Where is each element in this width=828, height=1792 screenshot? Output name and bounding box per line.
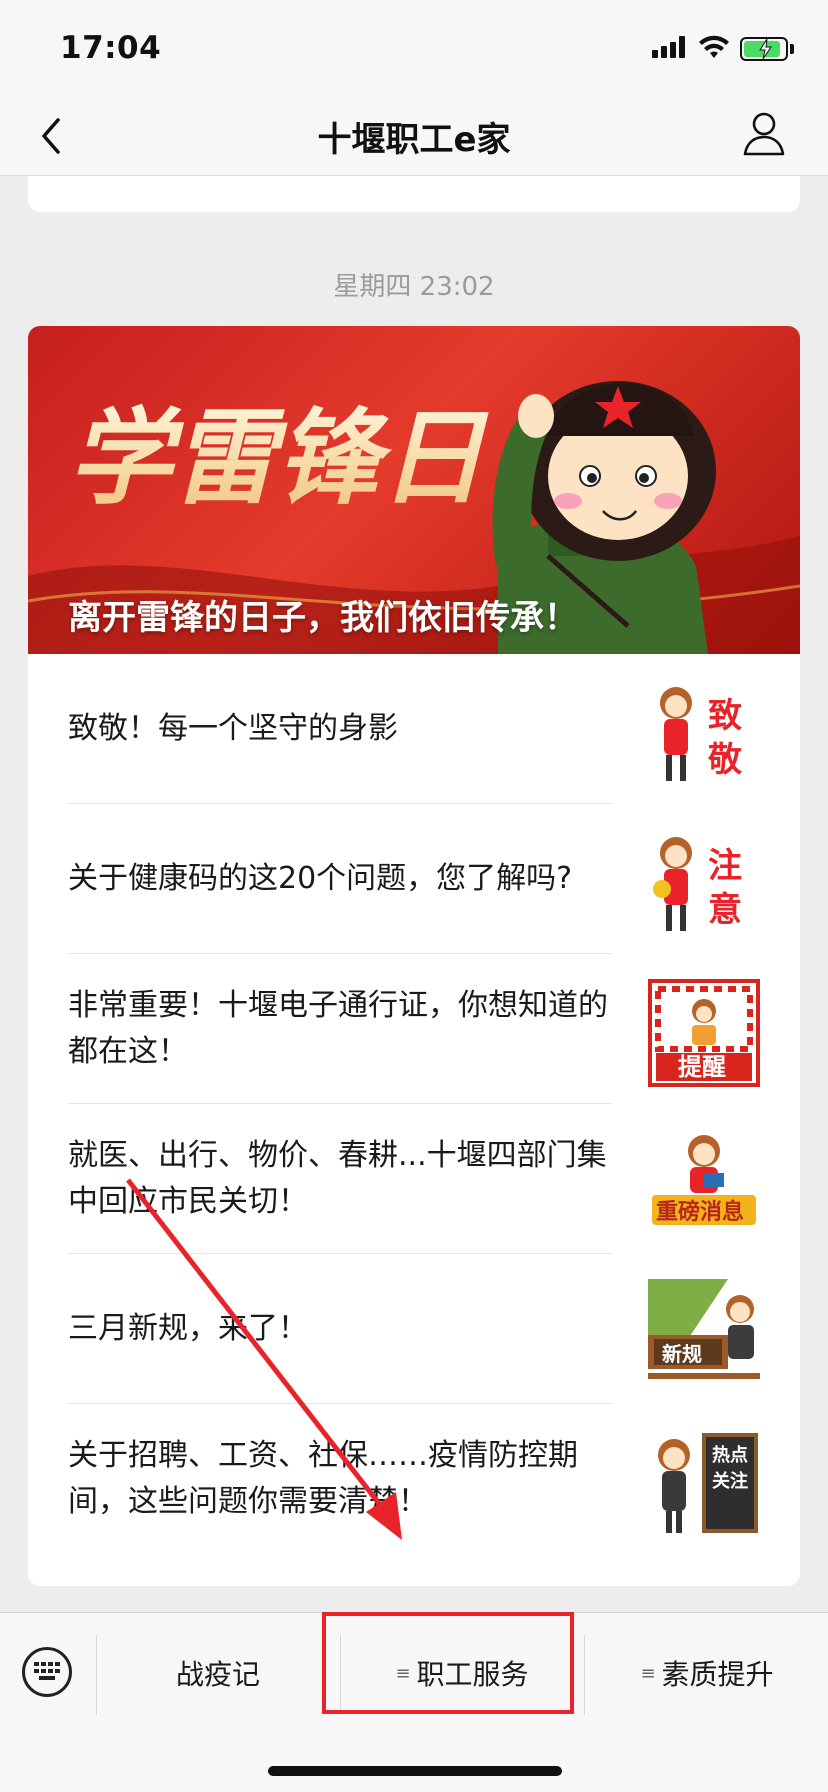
banner-cover[interactable]: 学雷锋日 离开雷锋的日子，我们依旧传承！ xyxy=(28,326,800,654)
profile-icon[interactable] xyxy=(742,110,786,158)
menu-item-label: 战疫记 xyxy=(175,1658,260,1691)
svg-text:新规: 新规 xyxy=(662,1342,702,1366)
article-thumbnail: 热点 关注 xyxy=(648,1429,760,1537)
home-indicator xyxy=(268,1766,562,1776)
list-item[interactable]: 致敬！每一个坚守的身影 致 敬 xyxy=(28,654,800,804)
article-title: 三月新规，来了！ xyxy=(68,1311,308,1346)
list-item[interactable]: 三月新规，来了！ 新规 xyxy=(28,1254,800,1404)
article-thumbnail: 提醒 xyxy=(648,979,760,1087)
menu-separator xyxy=(96,1635,97,1715)
page-title: 十堰职工e家 xyxy=(317,120,511,160)
keyboard-icon xyxy=(34,1662,60,1680)
article-title: 关于健康码的这20个问题，您了解吗? xyxy=(68,861,573,896)
menu-separator xyxy=(584,1635,585,1715)
status-bar: 17:04 xyxy=(0,0,828,96)
article-title: 致敬！每一个坚守的身影 xyxy=(68,711,398,746)
status-time: 17:04 xyxy=(60,30,162,66)
article-title: 关于招聘、工资、社保……疫情防控期间，这些问题你需要清楚！ xyxy=(68,1438,578,1519)
list-item[interactable]: 关于健康码的这20个问题，您了解吗? 注 意 xyxy=(28,804,800,954)
list-item[interactable]: 非常重要！十堰电子通行证，你想知道的都在这！ 提醒 xyxy=(28,954,800,1104)
menu-item-zhanyiji[interactable]: 战疫记 xyxy=(98,1643,338,1703)
list-item[interactable]: 就医、出行、物价、春耕...十堰四部门集中回应市民关切！ 重磅消息 xyxy=(28,1104,800,1254)
banner-headline: 离开雷锋的日子，我们依旧传承！ xyxy=(68,598,578,638)
list-item[interactable]: 关于招聘、工资、社保……疫情防控期间，这些问题你需要清楚！ 热点 关注 xyxy=(28,1404,800,1554)
message-timestamp: 星期四 23:02 xyxy=(333,272,495,302)
keyboard-toggle-button[interactable] xyxy=(22,1647,72,1697)
cellular-signal-icon xyxy=(652,36,686,58)
svg-text:重磅消息: 重磅消息 xyxy=(656,1199,744,1225)
svg-text:意: 意 xyxy=(708,890,742,930)
svg-text:提醒: 提醒 xyxy=(678,1053,726,1081)
banner-calligraphy: 学雷锋日 xyxy=(68,396,489,519)
svg-text:致: 致 xyxy=(708,696,742,736)
highlight-box xyxy=(322,1612,574,1714)
article-card: 学雷锋日 离开雷锋的日子，我们依旧传承！ 致敬！每一个坚守的身影 致 敬 关于健… xyxy=(28,326,800,1586)
article-thumbnail: 致 敬 xyxy=(648,679,760,787)
svg-text:注: 注 xyxy=(708,846,742,886)
wifi-icon xyxy=(699,35,729,58)
svg-text:敬: 敬 xyxy=(707,740,743,780)
article-thumbnail: 注 意 xyxy=(648,829,760,937)
previous-message-card[interactable] xyxy=(28,176,800,212)
nav-bar: 十堰职工e家 xyxy=(0,96,828,176)
svg-text:热点: 热点 xyxy=(712,1444,748,1466)
menu-item-label: 素质提升 xyxy=(661,1658,774,1691)
article-title: 就医、出行、物价、春耕...十堰四部门集中回应市民关切！ xyxy=(68,1138,607,1219)
charging-bolt-icon xyxy=(759,38,772,60)
menu-item-suzhi-tisheng[interactable]: ≡ 素质提升 xyxy=(586,1643,828,1703)
submenu-lines-icon: ≡ xyxy=(640,1662,656,1684)
article-thumbnail: 新规 xyxy=(648,1279,760,1387)
battery-cap xyxy=(790,44,794,54)
svg-text:关注: 关注 xyxy=(712,1470,748,1492)
article-list: 致敬！每一个坚守的身影 致 敬 关于健康码的这20个问题，您了解吗? 注 意 非… xyxy=(28,654,800,1554)
article-thumbnail: 重磅消息 xyxy=(648,1129,760,1237)
article-title: 非常重要！十堰电子通行证，你想知道的都在这！ xyxy=(68,988,608,1069)
